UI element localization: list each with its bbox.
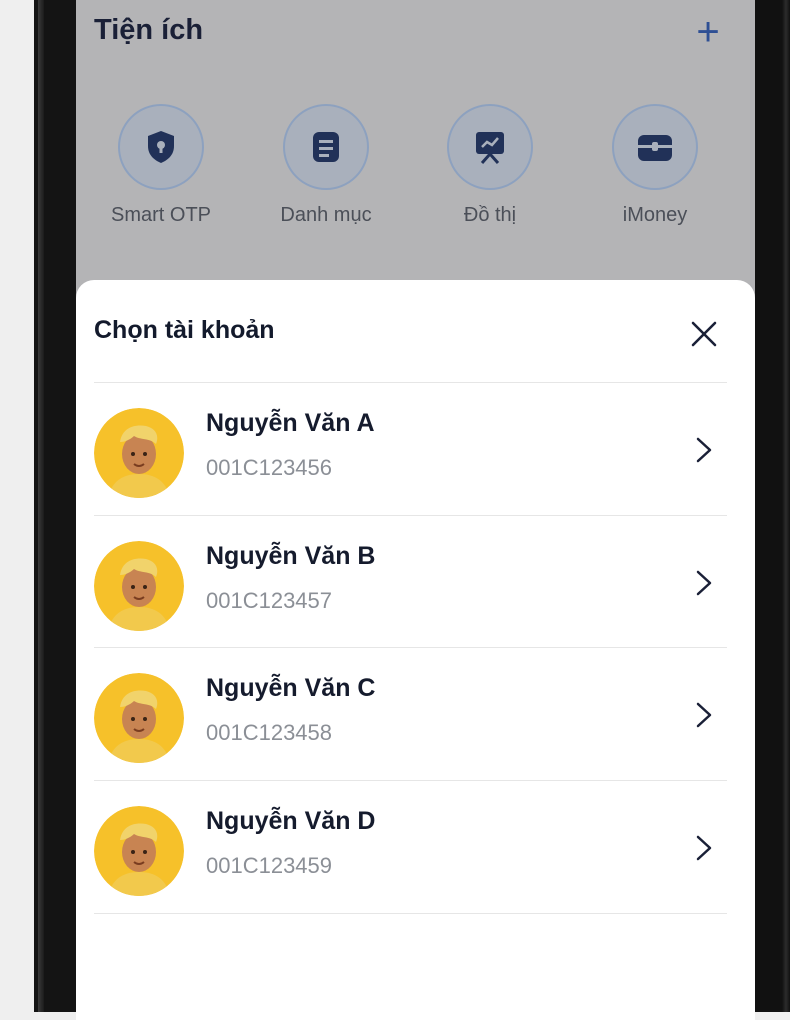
account-name: Nguyễn Văn A <box>206 409 375 437</box>
phone-edge-right <box>782 0 790 1012</box>
chevron-right-icon <box>696 702 712 728</box>
chevron-right-icon <box>696 570 712 596</box>
account-select-sheet: Chọn tài khoản Nguyễn Văn A 001C123456 N… <box>76 280 755 1020</box>
account-name: Nguyễn Văn D <box>206 807 376 835</box>
utility-label: Danh mục <box>280 204 372 226</box>
shield-icon <box>118 104 204 190</box>
sheet-title: Chọn tài khoản <box>94 316 275 344</box>
account-name: Nguyễn Văn B <box>206 542 376 570</box>
utilities-title: Tiện ích <box>94 14 204 46</box>
chart-board-icon <box>447 104 533 190</box>
account-number: 001C123457 <box>206 588 333 613</box>
close-button[interactable] <box>684 314 724 354</box>
utility-label: Smart OTP <box>110 204 211 226</box>
avatar <box>94 541 184 631</box>
wallet-icon <box>612 104 698 190</box>
add-utility-button[interactable]: + <box>688 12 728 52</box>
utility-do-thi[interactable]: Đồ thị <box>420 104 560 227</box>
utility-label: iMoney <box>622 204 688 226</box>
avatar <box>94 408 184 498</box>
account-row-d[interactable]: Nguyễn Văn D 001C123459 <box>94 781 727 913</box>
chevron-right-icon <box>696 437 712 463</box>
plus-icon: + <box>696 10 720 54</box>
divider <box>94 913 727 914</box>
account-number: 001C123456 <box>206 455 333 480</box>
close-icon <box>691 321 717 347</box>
utility-danh-muc[interactable]: Danh mục <box>256 104 396 227</box>
account-row-a[interactable]: Nguyễn Văn A 001C123456 <box>94 383 727 515</box>
account-row-b[interactable]: Nguyễn Văn B 001C123457 <box>94 516 727 648</box>
utility-label: Đồ thị <box>463 204 517 226</box>
list-icon <box>283 104 369 190</box>
avatar <box>94 806 184 896</box>
utility-imoney[interactable]: iMoney <box>585 104 725 227</box>
utility-smart-otp[interactable]: Smart OTP <box>91 104 231 227</box>
account-name: Nguyễn Văn C <box>206 674 376 702</box>
account-row-c[interactable]: Nguyễn Văn C 001C123458 <box>94 648 727 780</box>
phone-frame-highlight <box>38 0 44 1012</box>
account-number: 001C123458 <box>206 720 333 745</box>
chevron-right-icon <box>696 835 712 861</box>
avatar <box>94 673 184 763</box>
account-number: 001C123459 <box>206 853 333 878</box>
